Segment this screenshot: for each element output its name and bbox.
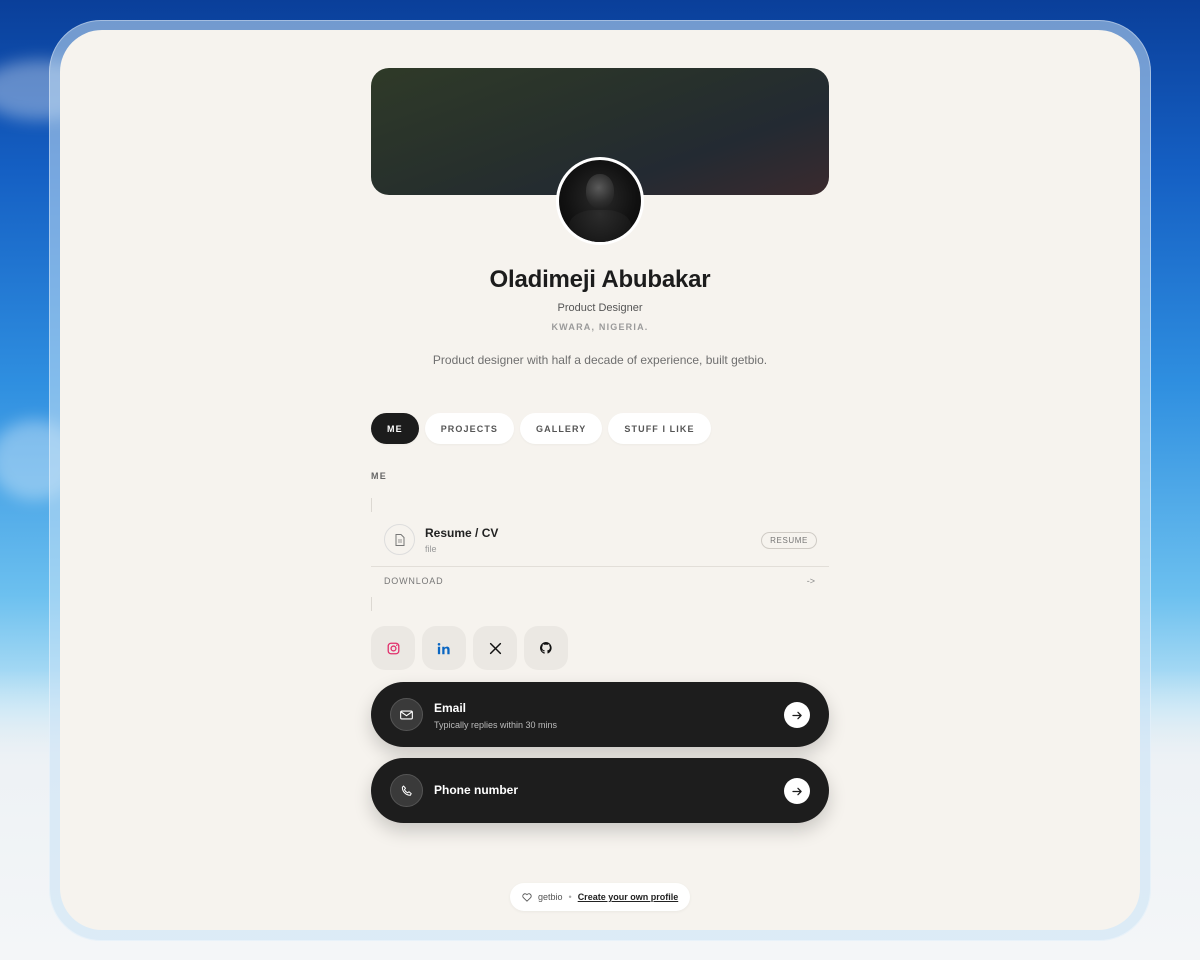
getbio-footer: getbio • Create your own profile: [510, 883, 691, 911]
profile-bio: Product designer with half a decade of e…: [432, 353, 768, 367]
resume-subtitle: file: [425, 544, 437, 554]
instagram-button[interactable]: [371, 626, 415, 670]
email-subtitle: Typically replies within 30 mins: [434, 720, 558, 730]
profile-location: KWARA, NIGERIA.: [551, 322, 649, 332]
avatar-photo: [559, 160, 641, 242]
resume-title: Resume / CV: [425, 526, 499, 540]
resume-card[interactable]: Resume / CV file RESUME: [371, 516, 829, 566]
resume-divider: [371, 566, 829, 567]
profile-tabs: ME PROJECTS GALLERY STUFF I LIKE: [371, 413, 711, 444]
avatar: [556, 157, 644, 245]
phone-contact-button[interactable]: Phone number: [371, 758, 829, 823]
mail-icon: [390, 698, 423, 731]
heart-icon: [522, 892, 532, 902]
linkedin-icon: [437, 642, 450, 654]
profile-page: Oladimeji Abubakar Product Designer KWAR…: [60, 30, 1140, 930]
section-rule: [371, 597, 372, 611]
download-link[interactable]: DOWNLOAD: [384, 576, 443, 586]
section-rule: [371, 498, 372, 512]
linkedin-button[interactable]: [422, 626, 466, 670]
arrow-right-icon: [784, 702, 810, 728]
social-links: [371, 626, 568, 670]
footer-brand: getbio: [538, 892, 563, 902]
profile-column: Oladimeji Abubakar Product Designer KWAR…: [371, 30, 829, 930]
create-profile-link[interactable]: Create your own profile: [578, 892, 679, 902]
email-title: Email: [434, 701, 467, 715]
section-heading: ME: [371, 471, 388, 481]
download-arrow-icon[interactable]: ->: [807, 576, 815, 586]
x-button[interactable]: [473, 626, 517, 670]
arrow-right-icon: [784, 778, 810, 804]
avatar-face: [586, 174, 614, 208]
file-icon: [384, 524, 415, 555]
tab-me[interactable]: ME: [371, 413, 419, 444]
footer-separator: •: [568, 892, 572, 902]
resume-badge: RESUME: [761, 532, 817, 549]
phone-title: Phone number: [434, 783, 519, 797]
avatar-shoulders: [569, 210, 631, 242]
tab-stuff-i-like[interactable]: STUFF I LIKE: [608, 413, 711, 444]
profile-name: Oladimeji Abubakar: [489, 266, 711, 293]
phone-icon: [390, 774, 423, 807]
email-contact-button[interactable]: Email Typically replies within 30 mins: [371, 682, 829, 747]
instagram-icon: [387, 642, 399, 654]
tab-gallery[interactable]: GALLERY: [520, 413, 603, 444]
tab-projects[interactable]: PROJECTS: [424, 413, 515, 444]
github-button[interactable]: [524, 626, 568, 670]
x-icon: [489, 642, 501, 654]
github-icon: [539, 642, 552, 654]
profile-role: Product Designer: [557, 302, 643, 314]
